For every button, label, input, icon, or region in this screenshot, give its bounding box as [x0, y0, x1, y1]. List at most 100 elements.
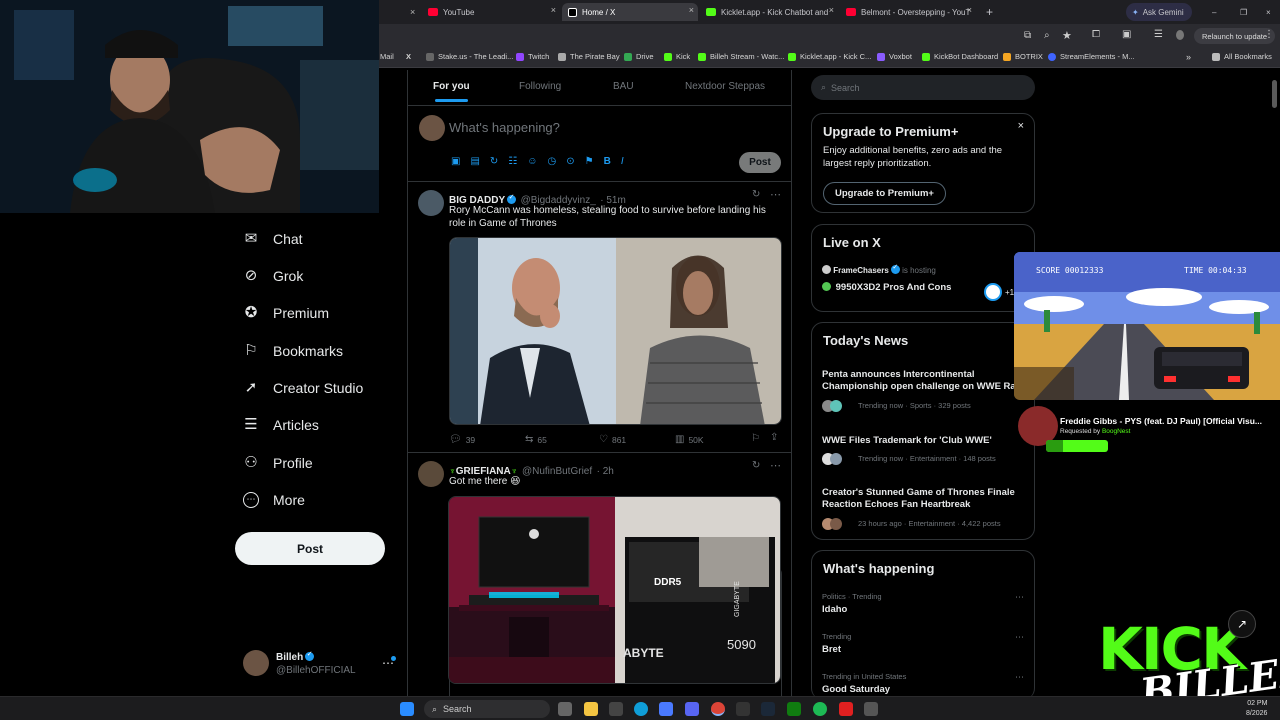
windows-start-icon[interactable] [400, 702, 414, 716]
expand-icon[interactable]: ↗ [1228, 610, 1256, 638]
news-item-title[interactable]: Creator's Stunned Game of Thrones Finale… [822, 487, 1028, 511]
composer-post-button[interactable]: Post [739, 152, 781, 173]
chrome-icon[interactable] [711, 702, 725, 716]
nav-chat[interactable]: ✉ Chat [243, 225, 303, 253]
composer-input[interactable]: What's happening? [449, 120, 560, 135]
menu-icon[interactable]: ⋮ [1264, 29, 1274, 40]
page-scrollbar[interactable] [1272, 80, 1277, 108]
news-item-title[interactable]: WWE Files Trademark for 'Club WWE' [822, 435, 1028, 447]
xbox-icon[interactable] [787, 702, 801, 716]
flag-icon[interactable]: ⚑ [585, 156, 594, 167]
bookmark-item[interactable]: Kick [664, 52, 690, 61]
image-icon[interactable]: ▣ [451, 156, 460, 167]
file-explorer-icon[interactable] [584, 702, 598, 716]
spotify-icon[interactable] [813, 702, 827, 716]
avatar[interactable] [243, 650, 269, 676]
zoom-icon[interactable]: ⌕ [1044, 30, 1050, 41]
grok-icon[interactable]: ↻ [752, 189, 760, 200]
sidepanel-icon[interactable]: ▣ [1122, 29, 1131, 40]
tab-bau[interactable]: BAU [613, 81, 634, 92]
like-button[interactable]: ♡ 861 [599, 434, 626, 445]
edge-icon[interactable] [634, 702, 648, 716]
news-item-title[interactable]: Penta announces Intercontinental Champio… [822, 369, 1028, 393]
grok-icon[interactable]: ↻ [752, 460, 760, 471]
all-bookmarks[interactable]: All Bookmarks [1212, 52, 1272, 61]
tab-nextdoor-steppas[interactable]: Nextdoor Steppas [685, 81, 765, 92]
nav-premium[interactable]: ✪ Premium [243, 299, 329, 327]
close-icon[interactable]: × [1018, 120, 1024, 132]
close-icon[interactable]: × [689, 5, 694, 15]
more-bookmarks-icon[interactable]: » [1186, 52, 1191, 62]
close-window-button[interactable]: × [1260, 3, 1274, 21]
bookmark-item[interactable]: Billeh Stream - Watc... [698, 52, 784, 61]
ask-gemini-button[interactable]: ✦ Ask Gemini [1126, 3, 1192, 21]
nav-bookmarks[interactable]: ⚐ Bookmarks [243, 337, 343, 365]
gif-icon[interactable]: ▤ [470, 156, 479, 167]
close-icon[interactable]: × [551, 5, 556, 15]
tab-for-you[interactable]: For you [433, 81, 470, 102]
bookmark-item[interactable]: Voxbot [877, 52, 912, 61]
upgrade-button[interactable]: Upgrade to Premium+ [823, 182, 946, 205]
tweet-more-icon[interactable]: ⋯ [770, 188, 781, 201]
bookmark-item[interactable]: Kicklet.app - Kick C... [788, 52, 871, 61]
app-icon[interactable] [839, 702, 853, 716]
tweet-avatar[interactable] [418, 461, 444, 487]
nav-more[interactable]: ⋯ More [243, 486, 305, 514]
live-space[interactable]: 9950X3D2 Pros And Cons [822, 282, 951, 293]
close-icon[interactable]: × [967, 5, 972, 15]
discord-icon[interactable] [685, 702, 699, 716]
trend-more-icon[interactable]: ⋯ [1015, 592, 1024, 603]
nav-profile[interactable]: ⚇ Profile [243, 449, 312, 477]
taskbar-search[interactable]: ⌕ Search [424, 700, 550, 718]
tab-search-icon[interactable]: ☰ [1154, 29, 1163, 40]
trend-more-icon[interactable]: ⋯ [1015, 672, 1024, 683]
cast-icon[interactable]: ⧉ [1024, 30, 1031, 41]
relaunch-button[interactable]: Relaunch to update [1194, 28, 1276, 44]
trend-name[interactable]: Idaho [822, 604, 847, 615]
tweet-more-icon[interactable]: ⋯ [770, 459, 781, 472]
tab-kicklet[interactable]: Kicklet.app - Kick Chatbot and × [700, 3, 838, 21]
tweet-media[interactable] [449, 237, 782, 425]
bookmark-item[interactable]: Drive [624, 52, 654, 61]
views-button[interactable]: ▥ 50K [675, 434, 704, 445]
poll-icon[interactable]: ☷ [508, 156, 517, 167]
minimize-button[interactable]: – [1206, 3, 1220, 21]
live-host[interactable]: FrameChasers is hosting [822, 263, 936, 275]
trend-name[interactable]: Bret [822, 644, 841, 655]
post-button[interactable]: Post [235, 532, 385, 565]
bookmark-item[interactable]: X [406, 52, 411, 61]
reply-button[interactable]: 💬︎ 39 [449, 434, 475, 445]
tab-following[interactable]: Following [519, 81, 561, 92]
nav-articles[interactable]: ☰ Articles [243, 411, 319, 439]
location-icon[interactable]: ⊙ [566, 156, 574, 167]
trend-more-icon[interactable]: ⋯ [1015, 632, 1024, 643]
bold-icon[interactable]: B [604, 156, 611, 167]
share-icon[interactable]: ⇪ [770, 432, 778, 443]
tab-home-x[interactable]: Home / X × [562, 3, 698, 21]
taskbar-clock[interactable]: 02 PM 8/2026 [1246, 699, 1267, 719]
tab-youtube[interactable]: YouTube × [422, 3, 560, 21]
nav-creator-studio[interactable]: ➚ Creator Studio [243, 374, 364, 402]
tweet-2-media[interactable]: DDR5 5090 GIGABYTE ABYTE [448, 496, 781, 684]
bookmark-item[interactable]: KickBot Dashboard [922, 52, 998, 61]
emoji-icon[interactable]: ☺ [527, 156, 537, 167]
profile-icon[interactable] [1176, 30, 1184, 40]
tab-close-prev[interactable]: × [404, 3, 416, 21]
bookmark-item[interactable]: Stake.us - The Leadi... [426, 52, 513, 61]
italic-icon[interactable]: I [621, 156, 624, 167]
tweet-avatar[interactable] [418, 190, 444, 216]
extensions-icon[interactable]: ⧠ [1092, 29, 1100, 40]
search-input[interactable]: ⌕ Search [811, 75, 1035, 100]
bookmark-item[interactable]: StreamElements - M... [1048, 52, 1135, 61]
settings-icon[interactable] [864, 702, 878, 716]
tab-belmont[interactable]: Belmont - Overstepping - YouT × [840, 3, 976, 21]
task-view-icon[interactable] [558, 702, 572, 716]
bookmark-item[interactable]: Mail [380, 52, 394, 61]
new-tab-button[interactable]: + [980, 3, 996, 21]
star-icon[interactable]: ★ [1062, 29, 1072, 42]
steam-icon[interactable] [761, 702, 775, 716]
outlook-icon[interactable] [659, 702, 673, 716]
tweet-time[interactable]: · 2h [597, 466, 614, 477]
bookmark-item[interactable]: BOTRIX [1003, 52, 1043, 61]
tweet-handle[interactable]: @NufinButGrief [522, 466, 592, 477]
